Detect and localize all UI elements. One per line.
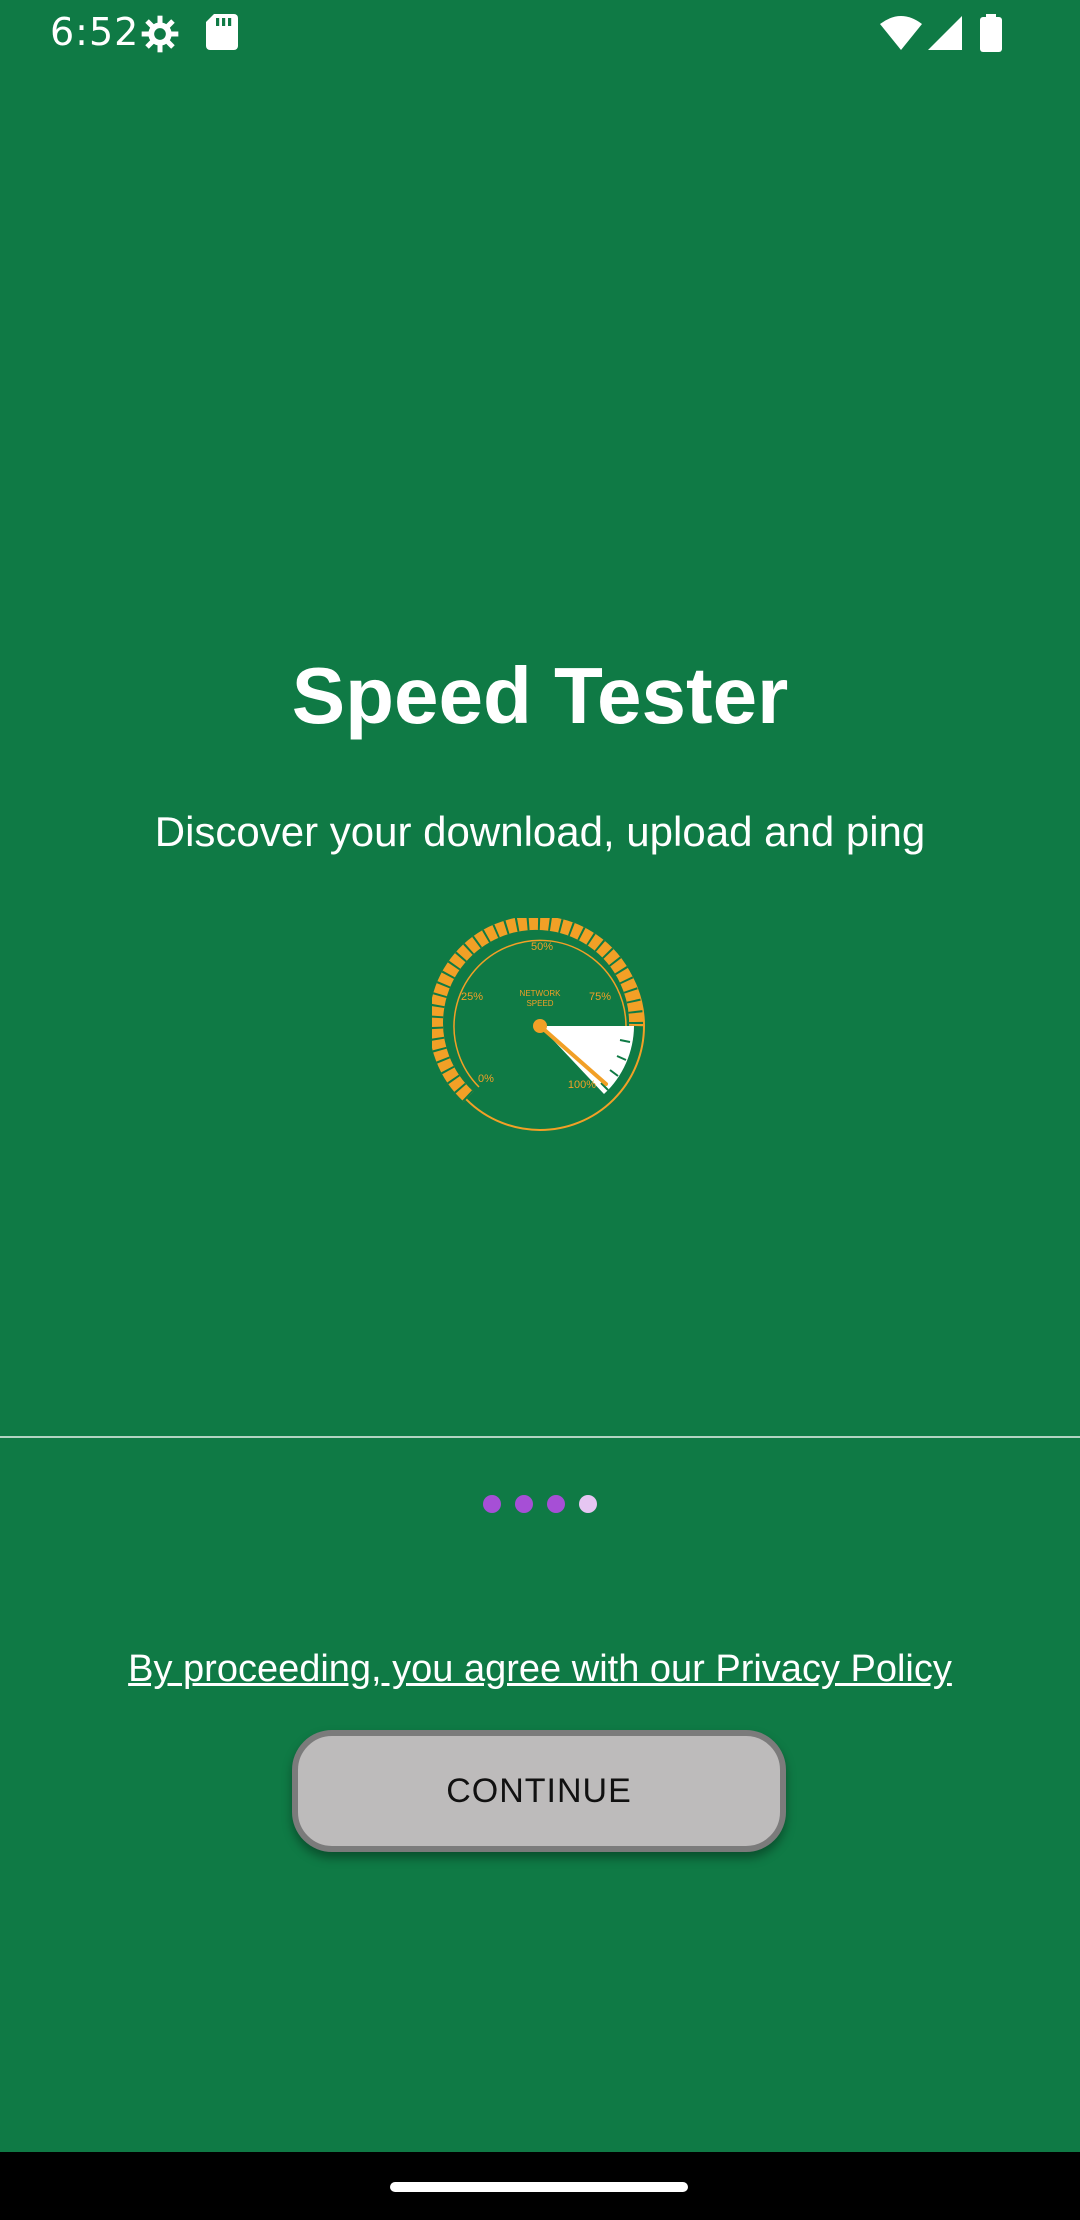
cellular-signal-icon bbox=[928, 16, 962, 55]
settings-icon bbox=[140, 14, 180, 59]
gauge-label-100: 100% bbox=[568, 1079, 596, 1091]
app-subtitle: Discover your download, upload and ping bbox=[154, 808, 926, 855]
page-indicator bbox=[0, 1495, 1080, 1513]
status-time: 6:52 bbox=[50, 10, 140, 54]
gauge-label-75: 75% bbox=[589, 991, 611, 1003]
gauge-label-50: 50% bbox=[531, 941, 553, 953]
continue-button[interactable]: CONTINUE bbox=[292, 1730, 786, 1852]
app-title: Speed Tester bbox=[291, 651, 789, 740]
gauge-caption-line1: NETWORK bbox=[520, 989, 562, 998]
gauge-label-0: 0% bbox=[478, 1073, 494, 1085]
page-dot-3[interactable] bbox=[547, 1495, 565, 1513]
page-dot-2[interactable] bbox=[515, 1495, 533, 1513]
page-dot-1[interactable] bbox=[483, 1495, 501, 1513]
sd-card-icon bbox=[206, 14, 238, 55]
gauge-label-25: 25% bbox=[461, 991, 483, 1003]
speed-gauge-illustration: 50% 25% 75% 0% 100% NETWORK SPEED bbox=[429, 915, 648, 1134]
status-bar: 6:52 bbox=[0, 0, 1080, 66]
battery-icon bbox=[980, 14, 1002, 57]
divider bbox=[0, 1436, 1080, 1438]
wifi-icon bbox=[880, 16, 922, 55]
continue-button-label: CONTINUE bbox=[446, 1771, 632, 1810]
privacy-policy-link[interactable]: By proceeding, you agree with our Privac… bbox=[0, 1648, 1080, 1691]
home-gesture-handle[interactable] bbox=[390, 2182, 688, 2192]
page-dot-4-active[interactable] bbox=[579, 1495, 597, 1513]
gauge-caption-line2: SPEED bbox=[526, 999, 553, 1008]
